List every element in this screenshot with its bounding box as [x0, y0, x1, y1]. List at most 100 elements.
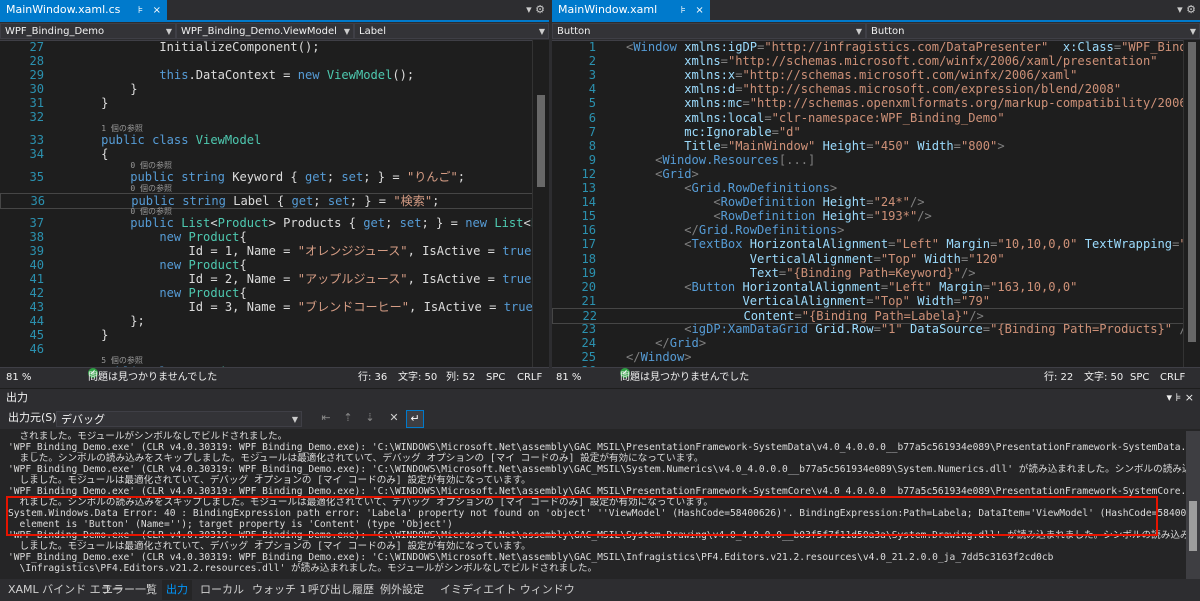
code-line[interactable]: 8 Title="MainWindow" Height="450" Width=…: [552, 139, 1200, 153]
reference-count-lens[interactable]: 0 個の参照: [130, 161, 172, 170]
code-line[interactable]: 14 <RowDefinition Height="24*"/>: [552, 195, 1200, 209]
code-line[interactable]: 31 }: [0, 96, 549, 110]
output-line: されました。モジュールがシンボルなしでビルドされました。: [8, 431, 288, 442]
code-line[interactable]: 39 Id = 1, Name = "オレンジジュース", IsActive =…: [0, 244, 549, 258]
tab-mainwindow-xaml-cs[interactable]: MainWindow.xaml.cs ⊧ ×: [0, 0, 168, 20]
code-line[interactable]: 41 Id = 2, Name = "アップルジュース", IsActive =…: [0, 272, 549, 286]
tab-1[interactable]: エラー一覧: [98, 580, 161, 600]
code-line[interactable]: 6 xmlns:local="clr-namespace:WPF_Binding…: [552, 111, 1200, 125]
tab-mainwindow-xaml[interactable]: MainWindow.xaml ⊧ ×: [552, 0, 710, 20]
element-dropdown-left[interactable]: Button ▼: [552, 23, 866, 39]
element-dropdown-right[interactable]: Button ▼: [866, 23, 1200, 39]
tab-dropdown-icon[interactable]: ▾ ⚙: [526, 0, 545, 20]
code-line[interactable]: 37 public List<Product> Products { get; …: [0, 216, 549, 230]
code-line[interactable]: 42 new Product{: [0, 286, 549, 300]
pin-icon[interactable]: ⊧: [681, 5, 686, 16]
zoom-level[interactable]: 81 %: [6, 368, 31, 387]
next-message-icon[interactable]: ⇣: [362, 410, 378, 426]
tab-dropdown-icon[interactable]: ▾ ⚙: [1177, 0, 1196, 20]
code-line[interactable]: 20 <Button HorizontalAlignment="Left" Ma…: [552, 280, 1200, 294]
code-line[interactable]: 24 </Grid>: [552, 336, 1200, 350]
code-line[interactable]: 17 <TextBox HorizontalAlignment="Left" M…: [552, 237, 1200, 251]
output-window: 出力 ▾ ⊧ × 出力元(S): デバッグ ▼ ⇤ ⇡ ⇣ ✕ ↵ されました。モ…: [0, 389, 1200, 601]
code-line[interactable]: 44 };: [0, 314, 549, 328]
clear-all-icon[interactable]: ✕: [386, 410, 402, 426]
code-line[interactable]: 33 public class ViewModel: [0, 133, 549, 147]
crlf-indicator[interactable]: CRLF: [517, 368, 542, 387]
scrollbar-thumb[interactable]: [537, 95, 545, 187]
code-line[interactable]: 23 <igDP:XamDataGrid Grid.Row="1" DataSo…: [552, 322, 1200, 336]
code-line[interactable]: 46: [0, 342, 549, 356]
tab-5[interactable]: 呼び出し履歴: [304, 580, 378, 600]
code-line[interactable]: 9 <Window.Resources[...]: [552, 153, 1200, 167]
code-line[interactable]: 40 new Product{: [0, 258, 549, 272]
code-text: VerticalAlignment="Top" Width="120": [749, 251, 1005, 266]
code-line[interactable]: 7 mc:Ignorable="d": [552, 125, 1200, 139]
code-line[interactable]: 45 }: [0, 328, 549, 342]
cs-vertical-scrollbar[interactable]: [532, 40, 549, 368]
reference-count-lens[interactable]: 1 個の参照: [101, 124, 143, 133]
output-source-dropdown[interactable]: デバッグ ▼: [56, 411, 302, 427]
spc-indicator[interactable]: SPC: [1130, 368, 1149, 387]
member-dropdown[interactable]: Label ▼: [354, 23, 549, 39]
find-message-icon[interactable]: ⇤: [318, 410, 334, 426]
code-line[interactable]: 3 xmlns:x="http://schemas.microsoft.com/…: [552, 68, 1200, 82]
codelens-line: 0 個の参照: [0, 184, 549, 193]
crlf-indicator[interactable]: CRLF: [1160, 368, 1185, 387]
code-line[interactable]: 16 </Grid.RowDefinitions>: [552, 223, 1200, 237]
code-line[interactable]: 5 xmlns:mc="http://schemas.openxmlformat…: [552, 96, 1200, 110]
spc-indicator[interactable]: SPC: [486, 368, 505, 387]
reference-count-lens[interactable]: 0 個の参照: [130, 207, 172, 216]
code-line[interactable]: 12 <Grid>: [552, 167, 1200, 181]
code-line[interactable]: 32: [0, 110, 549, 124]
code-line[interactable]: 15 <RowDefinition Height="193*"/>: [552, 209, 1200, 223]
reference-count-lens[interactable]: 5 個の参照: [101, 356, 143, 365]
code-line[interactable]: 1 <Window xmlns:igDP="http://infragistics…: [552, 40, 1200, 54]
code-line[interactable]: 28: [0, 54, 549, 68]
code-text: mc:Ignorable="d": [684, 124, 801, 139]
code-line[interactable]: 35 public string Keyword { get; set; } =…: [0, 170, 549, 184]
code-line[interactable]: 13 <Grid.RowDefinitions>: [552, 181, 1200, 195]
line-number: 44: [29, 314, 44, 328]
code-line[interactable]: 25 </Window>: [552, 350, 1200, 364]
code-text: Content="{Binding Path=Labela}"/>: [743, 308, 984, 323]
previous-message-icon[interactable]: ⇡: [340, 410, 356, 426]
code-line[interactable]: 19 Text="{Binding Path=Keyword}"/>: [552, 266, 1200, 280]
project-dropdown[interactable]: WPF_Binding_Demo ▼: [0, 23, 176, 39]
code-line[interactable]: 21 VerticalAlignment="Top" Width="79": [552, 294, 1200, 308]
scrollbar-thumb[interactable]: [1188, 42, 1196, 342]
window-controls[interactable]: ▾ ⊧ ×: [1167, 389, 1194, 407]
codelens-line: 0 個の参照: [0, 161, 549, 170]
code-line[interactable]: 27 InitializeComponent();: [0, 40, 549, 54]
xaml-vertical-scrollbar[interactable]: [1183, 40, 1200, 368]
xaml-editor-pane: MainWindow.xaml ⊧ × ▾ ⚙ Button ▼ Button ▼ …: [552, 0, 1200, 388]
code-line[interactable]: 34 {: [0, 147, 549, 161]
code-line[interactable]: 30 }: [0, 82, 549, 96]
output-vertical-scrollbar[interactable]: [1186, 431, 1200, 579]
code-text: Id = 2, Name = "アップルジュース", IsActive = tr…: [188, 272, 550, 286]
code-line[interactable]: 38 new Product{: [0, 230, 549, 244]
code-line[interactable]: 2 xmlns="http://schemas.microsoft.com/wi…: [552, 54, 1200, 68]
zoom-level[interactable]: 81 %: [556, 368, 581, 387]
line-number: 43: [29, 300, 44, 314]
code-line[interactable]: 18 VerticalAlignment="Top" Width="120": [552, 252, 1200, 266]
close-icon[interactable]: ×: [695, 5, 703, 16]
scrollbar-thumb[interactable]: [1189, 501, 1197, 551]
tab-3[interactable]: ローカル: [196, 580, 248, 600]
code-line[interactable]: 43 Id = 3, Name = "ブレンドコーヒー", IsActive =…: [0, 300, 549, 314]
xaml-code-area[interactable]: 1 <Window xmlns:igDP="http://infragistics…: [552, 40, 1200, 378]
class-dropdown[interactable]: WPF_Binding_Demo.ViewModel ▼: [176, 23, 354, 39]
pin-icon[interactable]: ⊧: [138, 5, 143, 16]
word-wrap-icon[interactable]: ↵: [406, 410, 424, 428]
code-line[interactable]: 29 this.DataContext = new ViewModel();: [0, 68, 549, 82]
reference-count-lens[interactable]: 0 個の参照: [130, 184, 172, 193]
output-line: 'WPF_Binding_Demo.exe' (CLR v4.0.30319: …: [8, 442, 1186, 453]
close-icon[interactable]: ×: [153, 5, 161, 16]
tab-4[interactable]: ウォッチ 1: [248, 580, 311, 600]
tab-7[interactable]: イミディエイト ウィンドウ: [436, 580, 579, 600]
cs-code-area[interactable]: 27 InitializeComponent(); 28 29 this.DataC…: [0, 40, 549, 379]
tab-6[interactable]: 例外設定: [376, 580, 428, 600]
output-line: 'WPF_Binding_Demo.exe' (CLR v4.0.30319: …: [8, 552, 1054, 563]
code-line[interactable]: 4 xmlns:d="http://schemas.microsoft.com/…: [552, 82, 1200, 96]
tab-2[interactable]: 出力: [162, 580, 192, 600]
